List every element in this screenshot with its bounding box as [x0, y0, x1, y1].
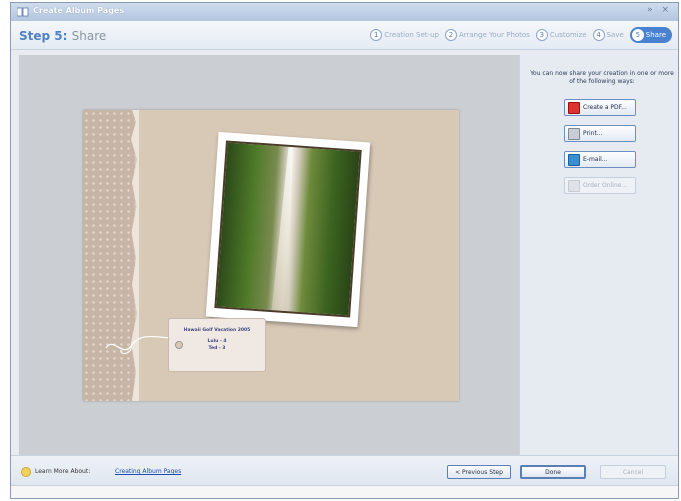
- title-bar: Create Album Pages » ×: [11, 3, 678, 21]
- wizard-step-save[interactable]: 4 Save: [592, 29, 624, 41]
- photo-frame: [205, 131, 371, 328]
- print-button[interactable]: Print...: [564, 125, 636, 142]
- window-title: Create Album Pages: [33, 6, 125, 15]
- wizard-step-label: Customize: [549, 31, 587, 39]
- print-label: Print...: [583, 130, 603, 137]
- tag-line-1: Lulu - 4: [207, 339, 227, 344]
- order-online-button[interactable]: Order Online...: [564, 177, 636, 194]
- tag-string: [105, 335, 170, 354]
- window-controls[interactable]: » ×: [647, 5, 672, 15]
- wizard-step-share[interactable]: 5 Share: [629, 27, 672, 43]
- step-name: Share: [71, 29, 107, 43]
- tag-hole: [175, 341, 183, 349]
- order-online-label: Order Online...: [583, 182, 628, 189]
- preview-area: Hawaii Golf Vacation 2005 Lulu - 4 Ted -…: [19, 55, 519, 455]
- step-header: Step 5: Share 1 Creation Set-up 2 Arrang…: [11, 21, 678, 50]
- create-pdf-label: Create a PDF...: [583, 104, 627, 111]
- wizard-step-label: Arrange Your Photos: [458, 31, 530, 39]
- wizard-footer: Learn More About: Creating Album Pages <…: [11, 455, 678, 486]
- wizard-step-arrange-photos[interactable]: 2 Arrange Your Photos: [444, 29, 530, 41]
- share-intro-text: You can now share your creation in one o…: [530, 70, 674, 85]
- printer-icon: [568, 127, 580, 140]
- tag-title: Hawaii Golf Vacation 2005: [183, 328, 251, 333]
- wizard-step-creation-setup[interactable]: 1 Creation Set-up: [370, 29, 439, 41]
- create-album-pages-window: Create Album Pages » × Step 5: Share 1 C…: [10, 2, 679, 499]
- app-icon: [17, 7, 29, 17]
- wizard-step-label: Save: [606, 31, 624, 39]
- create-pdf-button[interactable]: Create a PDF...: [564, 99, 636, 116]
- learn-more-label: Learn More About:: [35, 468, 91, 475]
- wizard-step-customize[interactable]: 3 Customize: [535, 29, 587, 41]
- step-2-circle: 2: [444, 29, 457, 41]
- step-4-circle: 4: [592, 29, 605, 41]
- step-number: Step 5:: [19, 29, 68, 43]
- step-5-circle: 5: [631, 29, 644, 41]
- wizard-step-label: Creation Set-up: [384, 31, 439, 39]
- pdf-icon: [568, 101, 580, 114]
- lightbulb-icon: [21, 467, 31, 477]
- email-icon: [568, 153, 580, 166]
- wizard-step-label: Share: [645, 31, 666, 39]
- cancel-button[interactable]: Cancel: [600, 465, 666, 479]
- email-label: E-mail...: [583, 156, 608, 163]
- share-panel: You can now share your creation in one o…: [519, 55, 678, 455]
- step-3-circle: 3: [535, 29, 548, 41]
- creating-album-pages-link[interactable]: Creating Album Pages: [115, 468, 181, 475]
- waterfall-stream: [268, 146, 301, 311]
- status-bar: [11, 485, 678, 498]
- album-page-preview: Hawaii Golf Vacation 2005 Lulu - 4 Ted -…: [83, 110, 459, 401]
- email-button[interactable]: E-mail...: [564, 151, 636, 168]
- previous-step-button[interactable]: < Previous Step: [447, 465, 511, 479]
- step-1-circle: 1: [370, 29, 383, 41]
- step-title: Step 5: Share: [19, 29, 106, 43]
- done-button[interactable]: Done: [520, 465, 586, 479]
- gift-tag: Hawaii Golf Vacation 2005 Lulu - 4 Ted -…: [168, 318, 266, 372]
- wizard-steps: 1 Creation Set-up 2 Arrange Your Photos …: [364, 27, 672, 43]
- tag-line-2: Ted - 3: [208, 346, 226, 351]
- order-online-icon: [568, 179, 580, 192]
- waterfall-photo: [214, 140, 362, 318]
